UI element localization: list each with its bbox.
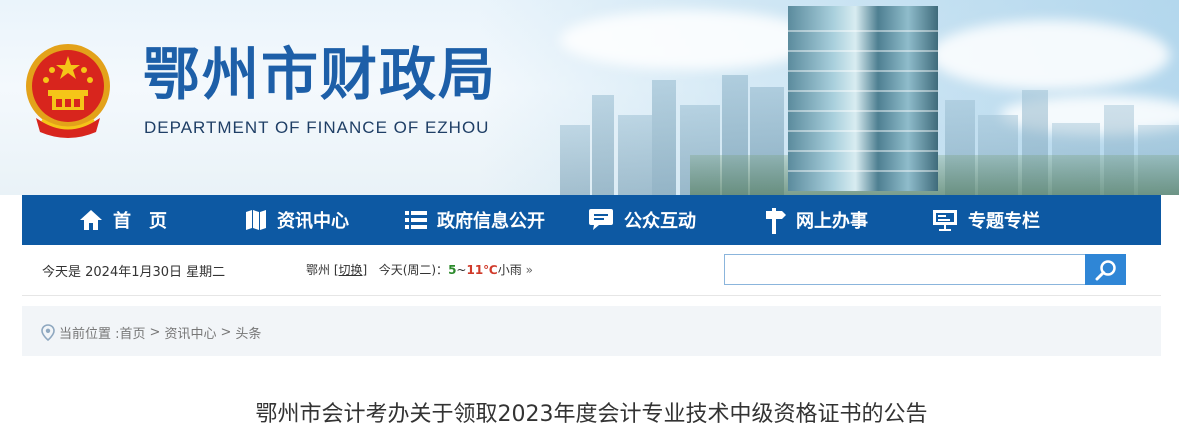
site-title: 鄂州市财政局 <box>143 42 497 108</box>
nav-item-gov-info[interactable]: 政府信息公开 <box>405 195 545 245</box>
breadcrumb-item-headlines[interactable]: 头条 <box>235 323 261 342</box>
national-emblem-icon <box>26 44 110 138</box>
article-title: 鄂州市会计考办关于领取2023年度会计专业技术中级资格证书的公告 <box>255 402 928 427</box>
weather-day: 今天(周二)： <box>378 263 449 277</box>
article-area: 鄂州市会计考办关于领取2023年度会计专业技术中级资格证书的公告 <box>22 356 1161 441</box>
info-bar: 今天是 2024年1月30日 星期二 鄂州 [切换] 今天(周二)：5~11℃小… <box>22 245 1161 296</box>
breadcrumb-separator: > <box>220 325 232 340</box>
location-pin-icon <box>41 324 55 341</box>
weather-city: 鄂州 <box>306 263 331 277</box>
nav-label: 网上办事 <box>796 211 868 232</box>
breadcrumb-item-home[interactable]: 首页 <box>120 323 146 342</box>
site-subtitle: DEPARTMENT OF FINANCE OF EZHOU <box>144 118 490 137</box>
nav-item-special-topics[interactable]: 专题专栏 <box>932 195 1040 245</box>
office-tower-image <box>788 0 938 195</box>
search-icon <box>1095 259 1116 280</box>
list-icon <box>405 211 427 229</box>
header-banner: 鄂州市财政局 DEPARTMENT OF FINANCE OF EZHOU <box>0 0 1179 195</box>
weather-more-link[interactable]: » <box>526 263 533 277</box>
city-switch-link[interactable]: 切换 <box>339 263 363 277</box>
chat-icon <box>589 209 613 230</box>
current-date: 今天是 2024年1月30日 星期二 <box>42 265 226 280</box>
main-nav: 首 页 资讯中心 政府信息公开 公众互动 网上办事 专题专栏 <box>22 195 1161 245</box>
nav-item-news[interactable]: 资讯中心 <box>245 195 349 245</box>
nav-label: 资讯中心 <box>277 211 349 232</box>
nav-item-online-service[interactable]: 网上办事 <box>764 195 868 245</box>
breadcrumb-separator: > <box>149 325 161 340</box>
temp-high: 11℃ <box>466 263 498 277</box>
search-input[interactable] <box>725 255 1085 284</box>
temp-separator: ~ <box>456 263 467 277</box>
weather-condition: 小雨 <box>497 263 522 277</box>
nav-label: 首 页 <box>113 211 167 232</box>
nav-label: 政府信息公开 <box>437 211 545 232</box>
map-book-icon <box>246 210 266 230</box>
cloud <box>560 10 820 70</box>
search-box <box>724 254 1126 285</box>
breadcrumb-bar: 当前位置 : 首页 > 资讯中心 > 头条 <box>22 306 1161 356</box>
presentation-icon <box>933 210 957 231</box>
nav-item-home[interactable]: 首 页 <box>79 195 167 245</box>
search-button[interactable] <box>1085 254 1126 285</box>
breadcrumb-item-news[interactable]: 资讯中心 <box>164 323 216 342</box>
home-icon <box>80 210 102 230</box>
nav-label: 公众互动 <box>624 211 696 232</box>
breadcrumb: 当前位置 : 首页 > 资讯中心 > 头条 <box>41 323 265 342</box>
signpost-icon <box>766 208 786 234</box>
weather-widget: 鄂州 [切换] 今天(周二)：5~11℃小雨 » <box>306 263 533 277</box>
breadcrumb-prefix: 当前位置 : <box>59 327 120 342</box>
nav-item-interaction[interactable]: 公众互动 <box>588 195 696 245</box>
cloud <box>930 20 1170 90</box>
nav-label: 专题专栏 <box>968 211 1040 232</box>
